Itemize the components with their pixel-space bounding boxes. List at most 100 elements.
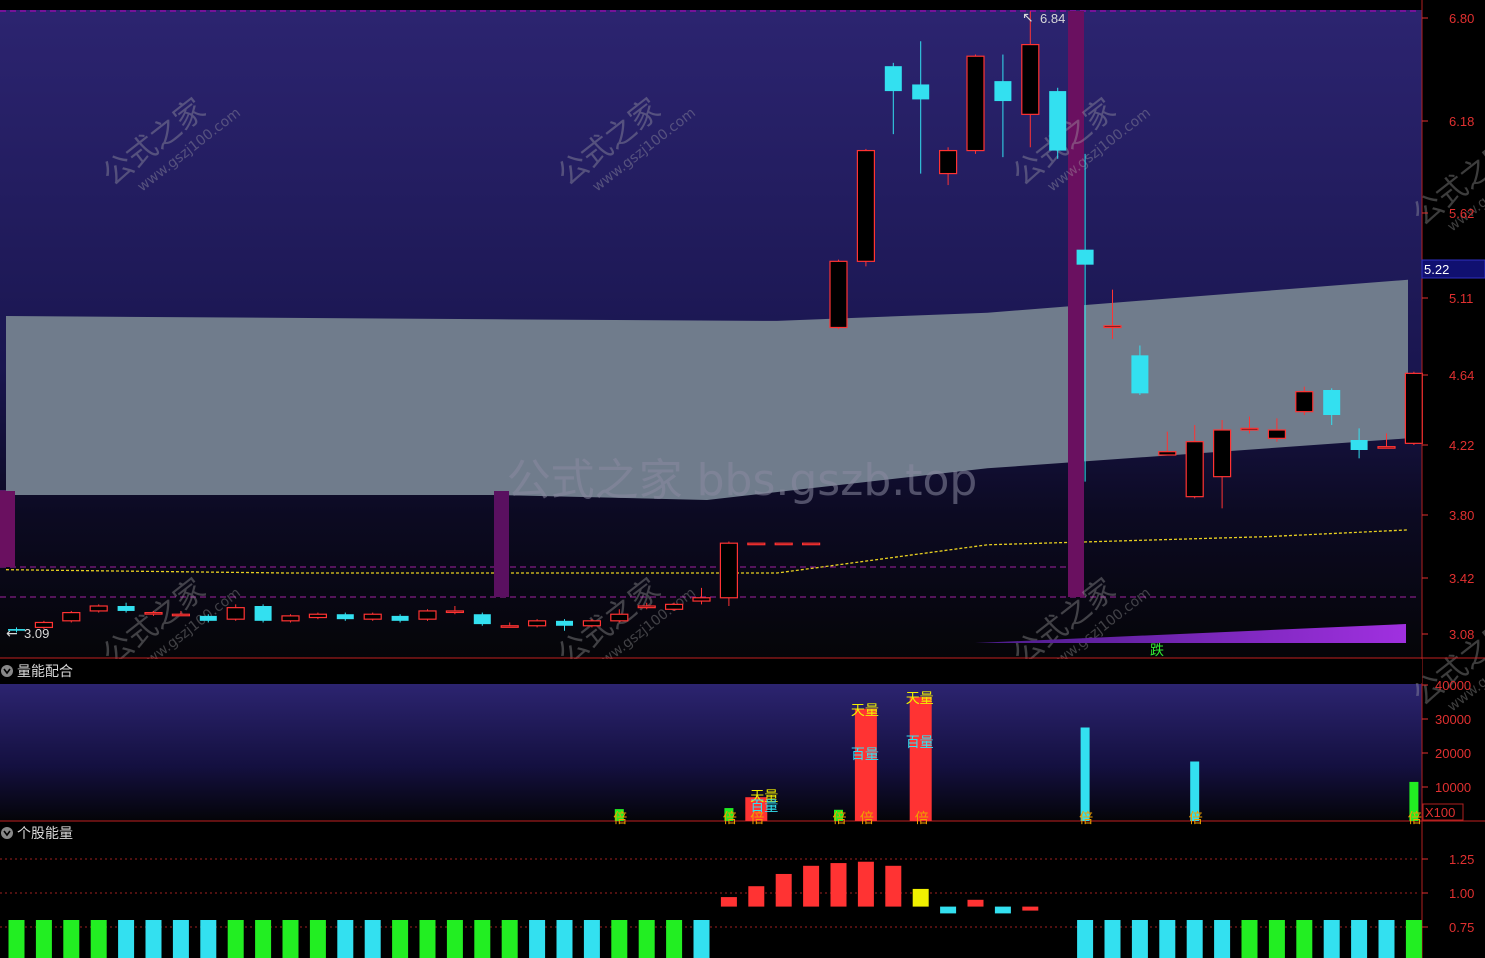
energy-bar <box>1077 920 1094 958</box>
candle-body <box>692 597 711 602</box>
candle <box>774 542 793 546</box>
volume-unit: X100 <box>1425 805 1455 820</box>
volume-bar-tag: 倍 <box>915 811 929 827</box>
candle-body <box>1212 429 1232 478</box>
candle-body <box>308 613 327 619</box>
energy-bar <box>1351 920 1368 958</box>
volume-bar-tag: 倍 <box>1189 811 1203 827</box>
volume-header-bar <box>0 659 1422 683</box>
price-tick-label: 3.80 <box>1449 508 1474 523</box>
energy-bar <box>830 863 847 907</box>
energy-bar <box>90 920 107 958</box>
energy-bar <box>1159 920 1176 958</box>
energy-bar <box>1186 920 1203 958</box>
signal-column <box>1068 11 1084 597</box>
energy-bar <box>967 899 984 907</box>
candle <box>829 259 848 330</box>
candle-body <box>117 606 135 611</box>
candle-body <box>171 613 190 617</box>
energy-bar <box>35 920 52 958</box>
energy-bar <box>392 920 409 958</box>
candle-body <box>582 620 602 627</box>
candle-body <box>856 149 876 262</box>
candle-body <box>336 614 354 620</box>
volume-tian-label: 天量 <box>906 691 934 707</box>
energy-bar <box>994 906 1011 914</box>
price-tick-label: 4.22 <box>1449 438 1474 453</box>
energy-bar <box>693 920 710 958</box>
energy-bar <box>227 920 244 958</box>
volume-tick-label: 20000 <box>1435 746 1471 761</box>
energy-panel-title: 个股能量 <box>17 826 73 842</box>
energy-tick-label: 1.25 <box>1449 852 1474 867</box>
low-marker-arrow: ← <box>6 626 18 642</box>
price-tick-label: 6.18 <box>1449 114 1474 129</box>
candle <box>254 604 272 623</box>
energy-collapse-icon[interactable] <box>1 827 13 839</box>
energy-bar <box>1022 906 1039 911</box>
signal-column <box>494 491 509 597</box>
energy-bar <box>118 920 135 958</box>
volume-collapse-icon[interactable] <box>1 665 13 677</box>
energy-bar <box>474 920 491 958</box>
candle-body <box>1185 441 1204 498</box>
energy-bar <box>309 920 326 958</box>
candle-body <box>527 620 547 627</box>
volume-bar <box>1080 727 1090 821</box>
price-tick-label: 3.42 <box>1449 571 1474 586</box>
signal-column <box>0 491 15 567</box>
price-tick-label: 5.62 <box>1449 206 1474 221</box>
candle-body <box>664 603 684 610</box>
candle-body <box>1267 429 1287 439</box>
energy-bar <box>912 888 929 907</box>
candle <box>856 148 876 267</box>
candle <box>582 619 602 628</box>
candle-body <box>89 605 108 612</box>
volume-bai-label: 百量 <box>906 735 934 751</box>
candle <box>62 610 81 623</box>
energy-bar <box>63 920 80 958</box>
price-tick-label: 4.64 <box>1449 368 1474 383</box>
candle-body <box>363 613 382 620</box>
energy-bar <box>529 920 546 958</box>
energy-bar <box>803 865 820 907</box>
energy-tick-label: 0.75 <box>1449 920 1474 935</box>
energy-bar <box>501 920 518 958</box>
candle-body <box>801 542 821 546</box>
volume-tick-label: 10000 <box>1435 780 1471 795</box>
candle-body <box>1158 451 1177 456</box>
volume-bar-tag: 倍 <box>1079 811 1093 827</box>
high-marker: 6.84 <box>1040 11 1065 26</box>
candle-body <box>1131 355 1149 394</box>
candle <box>719 541 739 606</box>
volume-bar-tag: 倍 <box>860 811 874 827</box>
candle <box>1404 371 1424 445</box>
current-price-label: 5.22 <box>1424 262 1449 277</box>
energy-bar <box>1131 920 1148 958</box>
candle <box>664 602 684 611</box>
candle <box>89 604 108 613</box>
energy-bar <box>1296 920 1313 958</box>
candle-body <box>391 615 409 621</box>
candle-body <box>226 607 245 620</box>
candle <box>473 612 491 626</box>
energy-bar <box>337 920 354 958</box>
energy-bar <box>583 920 600 958</box>
candle-body <box>199 615 217 621</box>
candle-body <box>610 613 629 622</box>
energy-bar <box>1214 920 1231 958</box>
price-axis: 6.80 6.18 5.62 5.11 4.64 4.22 3.80 3.42 3.08 <box>1422 11 1474 642</box>
energy-bar <box>1104 920 1121 958</box>
energy-bar <box>1241 920 1258 958</box>
energy-bar <box>1268 920 1285 958</box>
candle <box>1049 87 1067 159</box>
candle <box>801 542 821 546</box>
energy-bar <box>638 920 655 958</box>
volume-tian-label: 天量 <box>851 703 879 719</box>
energy-bar <box>857 861 874 907</box>
volume-bar-tag: 倍 <box>833 811 847 827</box>
energy-bar <box>200 920 217 958</box>
volume-panel-bg <box>0 684 1422 821</box>
volume-tick-label: 30000 <box>1435 712 1471 727</box>
candle-body <box>912 84 930 100</box>
